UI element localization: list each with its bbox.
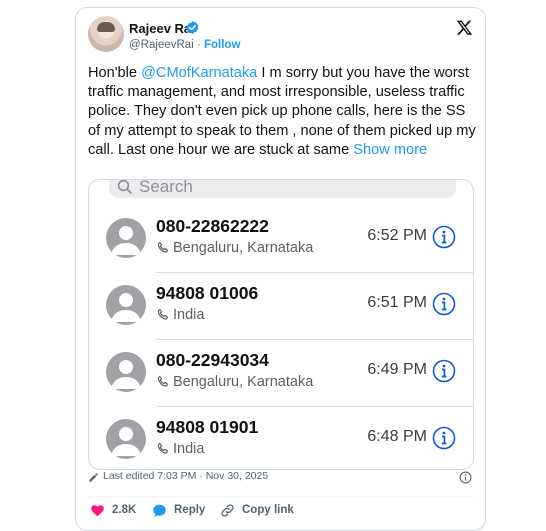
call-location: India	[173, 307, 205, 323]
info-icon	[432, 225, 456, 249]
actions-divider	[88, 496, 473, 497]
like-count: 2.8K	[112, 504, 137, 516]
reply-bubble-icon	[153, 504, 166, 517]
reply-button[interactable]: Reply	[152, 502, 212, 520]
heart-icon	[91, 505, 104, 517]
call-location: India	[173, 441, 205, 457]
info-icon[interactable]	[459, 471, 472, 484]
attached-screenshot[interactable]: Search 080-22862222 Bengaluru, Karnataka…	[88, 179, 474, 470]
contact-avatar-icon	[106, 419, 146, 459]
search-placeholder: Search	[139, 179, 193, 196]
x-logo-icon[interactable]	[456, 19, 473, 36]
pencil-icon	[89, 473, 98, 482]
phone-icon	[157, 241, 169, 253]
search-icon	[117, 180, 132, 194]
author-handle[interactable]: @RajeevRai	[129, 39, 194, 51]
author-handle-row: @RajeevRai · Follow	[129, 39, 240, 51]
info-icon	[432, 292, 456, 316]
call-time: 6:51 PM	[367, 294, 427, 311]
row-divider	[156, 272, 473, 273]
link-icon	[221, 504, 234, 517]
call-location: Bengaluru, Karnataka	[173, 374, 314, 390]
call-number: 080-22862222	[156, 216, 269, 236]
verified-badge-icon	[186, 20, 199, 35]
call-number: 94808 01006	[156, 283, 259, 303]
phone-icon	[157, 375, 169, 387]
last-edited-text[interactable]: Last edited 7:03 PM · Nov 30, 2025	[103, 470, 268, 482]
call-location: Bengaluru, Karnataka	[173, 240, 314, 256]
like-button[interactable]: 2.8K	[90, 502, 140, 520]
phone-icon	[157, 308, 169, 320]
show-more-link[interactable]: Show more	[353, 142, 427, 158]
copy-link-button[interactable]: Copy link	[220, 502, 300, 520]
call-time: 6:49 PM	[367, 361, 427, 378]
author-avatar[interactable]	[88, 16, 124, 52]
call-row: 94808 01006 India 6:51 PM	[89, 274, 473, 340]
call-row: 080-22862222 Bengaluru, Karnataka 6:52 P…	[89, 207, 473, 273]
follow-button[interactable]: Follow	[204, 39, 240, 51]
call-time: 6:48 PM	[367, 428, 427, 445]
row-divider	[156, 406, 473, 407]
call-time: 6:52 PM	[367, 227, 427, 244]
row-divider	[156, 339, 473, 340]
tweet-text: Hon'ble @CMofKarnataka I m sorry but you…	[88, 64, 478, 160]
call-number: 080-22943034	[156, 350, 269, 370]
tweet-card: Rajeev Rai @RajeevRai · Follow Hon'ble @…	[75, 7, 486, 531]
copy-link-label: Copy link	[242, 504, 294, 516]
search-bar: Search	[109, 179, 456, 198]
contact-avatar-icon	[106, 352, 146, 392]
tweet-text-prefix: Hon'ble	[88, 65, 142, 81]
info-icon	[432, 426, 456, 450]
phone-icon	[157, 442, 169, 454]
contact-avatar-icon	[106, 218, 146, 258]
call-row: 080-22943034 Bengaluru, Karnataka 6:49 P…	[89, 341, 473, 407]
call-row: 94808 01901 India 6:48 PM	[89, 408, 473, 469]
contact-avatar-icon	[106, 285, 146, 325]
info-icon	[432, 359, 456, 383]
handle-separator: ·	[196, 39, 201, 51]
call-number: 94808 01901	[156, 417, 259, 437]
reply-label: Reply	[174, 504, 206, 516]
mention-link[interactable]: @CMofKarnataka	[141, 65, 257, 81]
